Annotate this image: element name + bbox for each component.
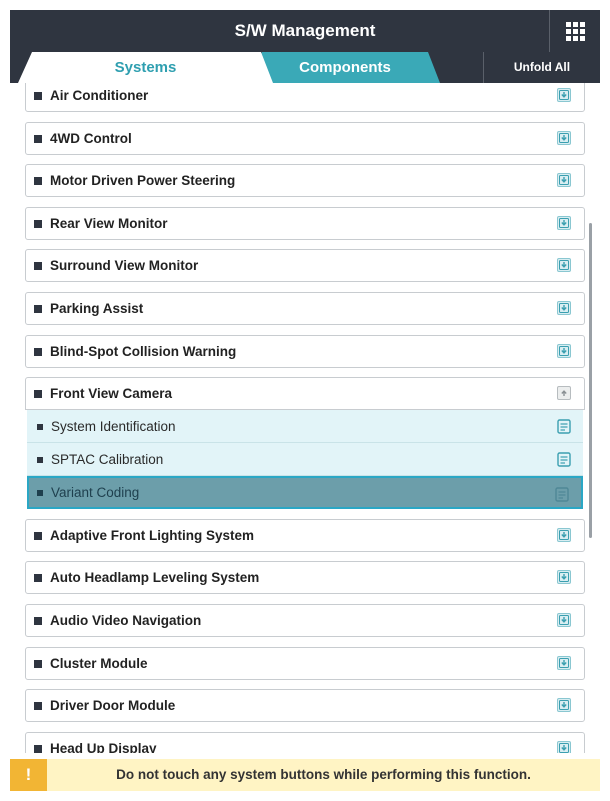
- system-row-label: Driver Door Module: [50, 698, 176, 714]
- system-row-label: Rear View Monitor: [50, 215, 168, 231]
- download-icon[interactable]: [557, 698, 571, 713]
- unfold-all-button[interactable]: Unfold All: [483, 52, 600, 83]
- system-row[interactable]: Cluster Module: [25, 646, 585, 680]
- system-row[interactable]: Air Conditioner: [25, 83, 585, 112]
- system-row-label: Cluster Module: [50, 655, 148, 671]
- download-icon[interactable]: [557, 88, 571, 102]
- system-row[interactable]: Head Up Display: [25, 731, 585, 753]
- bullet-marker: [34, 304, 42, 313]
- bullet-marker: [34, 134, 42, 143]
- download-icon[interactable]: [557, 258, 571, 273]
- bullet-marker: [34, 177, 42, 186]
- download-icon[interactable]: [557, 570, 571, 585]
- bullet-marker: [34, 659, 42, 668]
- bullet-marker: [34, 744, 42, 753]
- system-row-label: Blind-Spot Collision Warning: [50, 343, 237, 359]
- collapse-icon[interactable]: [557, 386, 571, 401]
- download-icon[interactable]: [557, 300, 571, 315]
- bullet-marker: [34, 347, 42, 356]
- system-row-label: Audio Video Navigation: [50, 612, 202, 628]
- bullet-marker: [34, 574, 42, 583]
- warning-icon: !: [10, 759, 47, 791]
- scrollbar[interactable]: [589, 223, 592, 538]
- system-row-label: Air Conditioner: [50, 88, 149, 103]
- system-row[interactable]: Front View Camera: [25, 377, 585, 411]
- system-row-label: Parking Assist: [50, 300, 144, 316]
- bullet-marker: [34, 702, 42, 711]
- system-row-label: Front View Camera: [50, 386, 173, 402]
- system-row[interactable]: Rear View Monitor: [25, 206, 585, 240]
- system-row[interactable]: Parking Assist: [25, 291, 585, 325]
- tab-systems[interactable]: Systems: [18, 52, 273, 83]
- warning-banner: ! Do not touch any system buttons while …: [10, 759, 600, 791]
- system-row[interactable]: Blind-Spot Collision Warning: [25, 334, 585, 368]
- system-row-label: Adaptive Front Lighting System: [50, 527, 255, 543]
- download-icon[interactable]: [557, 740, 571, 753]
- system-row[interactable]: Surround View Monitor: [25, 249, 585, 283]
- sub-item-group: System Identification SPTAC Calibration Va…: [25, 410, 585, 510]
- app-header: S/W Management: [10, 10, 600, 52]
- download-icon[interactable]: [557, 173, 571, 188]
- bullet-marker: [34, 92, 42, 100]
- system-row[interactable]: 4WD Control: [25, 121, 585, 155]
- tab-bar: Components Systems Unfold All: [10, 52, 600, 83]
- bullet-marker: [34, 531, 42, 540]
- bullet-marker: [37, 424, 43, 431]
- sub-item-row[interactable]: Variant Coding: [27, 476, 583, 510]
- document-icon[interactable]: [555, 487, 569, 502]
- sub-item-label: Variant Coding: [51, 485, 140, 501]
- sub-item-row[interactable]: System Identification: [27, 410, 583, 444]
- grid-icon: [565, 21, 585, 41]
- system-row-label: 4WD Control: [50, 130, 132, 146]
- system-list: Air Conditioner 4WD Control Motor Driven P…: [25, 83, 585, 753]
- download-icon[interactable]: [557, 527, 571, 542]
- sub-item-row[interactable]: SPTAC Calibration: [27, 443, 583, 477]
- system-list-area[interactable]: Air Conditioner 4WD Control Motor Driven P…: [10, 83, 600, 753]
- download-icon[interactable]: [557, 343, 571, 358]
- bullet-marker: [34, 219, 42, 228]
- bullet-marker: [34, 390, 42, 399]
- system-row[interactable]: Motor Driven Power Steering: [25, 164, 585, 198]
- system-row[interactable]: Driver Door Module: [25, 689, 585, 723]
- download-icon[interactable]: [557, 655, 571, 670]
- bullet-marker: [37, 490, 43, 497]
- download-icon[interactable]: [557, 612, 571, 627]
- system-row[interactable]: Audio Video Navigation: [25, 603, 585, 637]
- document-icon[interactable]: [557, 452, 571, 467]
- document-icon[interactable]: [557, 419, 571, 434]
- system-row-label: Motor Driven Power Steering: [50, 173, 236, 189]
- warning-text: Do not touch any system buttons while pe…: [116, 767, 531, 782]
- bullet-marker: [34, 616, 42, 625]
- download-icon[interactable]: [557, 130, 571, 145]
- system-row-label: Head Up Display: [50, 740, 157, 753]
- tab-components[interactable]: Components: [250, 52, 440, 83]
- download-icon[interactable]: [557, 215, 571, 230]
- system-row[interactable]: Auto Headlamp Leveling System: [25, 561, 585, 595]
- grid-menu-button[interactable]: [549, 10, 600, 52]
- page-title: S/W Management: [234, 21, 376, 40]
- bullet-marker: [34, 262, 42, 271]
- system-row[interactable]: Adaptive Front Lighting System: [25, 518, 585, 552]
- sub-item-label: System Identification: [51, 419, 176, 435]
- system-row-label: Auto Headlamp Leveling System: [50, 570, 260, 586]
- bullet-marker: [37, 457, 43, 464]
- system-row-label: Surround View Monitor: [50, 258, 199, 274]
- sub-item-label: SPTAC Calibration: [51, 452, 164, 468]
